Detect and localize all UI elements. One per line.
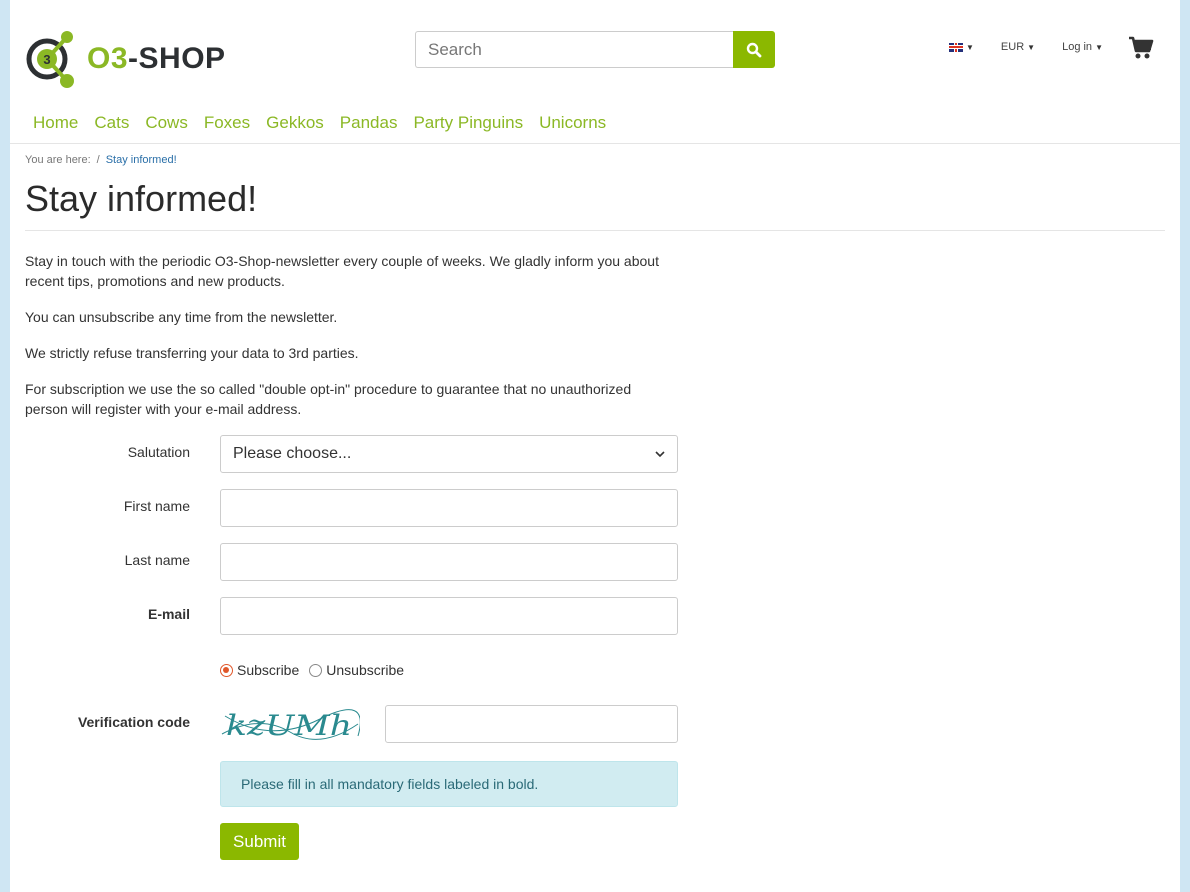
subscription-options: Subscribe Unsubscribe [220, 662, 404, 678]
nav-divider [10, 143, 1180, 144]
chevron-down-icon: ▼ [966, 42, 974, 52]
page: 3 O3-SHOP ▼ EUR ▼ Log in ▼ [10, 0, 1180, 892]
first-name-label: First name [123, 498, 190, 514]
login-menu[interactable]: Log in ▼ [1062, 41, 1103, 53]
email-field[interactable] [220, 597, 678, 635]
logo[interactable]: 3 O3-SHOP [25, 29, 226, 89]
cart-icon [1129, 36, 1154, 59]
last-name-field[interactable] [220, 543, 678, 581]
language-select[interactable]: ▼ [949, 42, 974, 52]
breadcrumb: You are here: / Stay informed! [25, 154, 177, 166]
svg-text:3: 3 [43, 52, 50, 67]
intro-paragraph: Stay in touch with the periodic O3-Shop-… [25, 253, 659, 289]
nav-item-party-pinguins[interactable]: Party Pinguins [405, 113, 531, 133]
cart-button[interactable] [1128, 36, 1154, 65]
search-icon [746, 42, 762, 57]
page-title: Stay informed! [25, 178, 258, 219]
nav-item-gekkos[interactable]: Gekkos [258, 113, 332, 133]
nav-item-cows[interactable]: Cows [137, 113, 196, 133]
login-label: Log in [1062, 41, 1093, 53]
intro-text: Stay in touch with the periodic O3-Shop-… [25, 251, 675, 435]
chevron-down-icon: ▼ [1027, 42, 1036, 52]
subscribe-label: Subscribe [237, 662, 300, 678]
mandatory-fields-notice: Please fill in all mandatory fields labe… [220, 761, 678, 807]
top-menus: ▼ EUR ▼ Log in ▼ [949, 41, 1103, 53]
verification-code-field[interactable] [385, 705, 678, 743]
search-input[interactable] [415, 31, 733, 68]
radio-checked-icon [220, 663, 233, 677]
uk-flag-icon [949, 42, 963, 52]
title-divider [25, 230, 1165, 231]
intro-paragraph: For subscription we use the so called "d… [25, 381, 632, 417]
intro-paragraph: You can unsubscribe any time from the ne… [25, 309, 338, 325]
intro-paragraph: We strictly refuse transferring your dat… [25, 345, 359, 361]
nav-item-home[interactable]: Home [25, 113, 86, 133]
search-box [415, 31, 775, 68]
chevron-down-icon: ▼ [1095, 42, 1103, 52]
email-label: E-mail [147, 606, 190, 622]
nav-item-cats[interactable]: Cats [86, 113, 137, 133]
breadcrumb-prefix: You are here: [25, 154, 91, 166]
captcha-image: kzUMh [221, 709, 360, 742]
nav-item-foxes[interactable]: Foxes [196, 113, 258, 133]
nav-item-pandas[interactable]: Pandas [332, 113, 406, 133]
breadcrumb-current[interactable]: Stay informed! [106, 154, 177, 166]
salutation-select[interactable]: Please choose... [220, 435, 678, 473]
main-nav: Home Cats Cows Foxes Gekkos Pandas Party… [25, 113, 614, 133]
unsubscribe-radio[interactable]: Unsubscribe [309, 662, 404, 678]
salutation-value: Please choose... [233, 445, 352, 462]
subscribe-radio[interactable]: Subscribe [220, 662, 299, 678]
logo-icon: 3 [26, 31, 74, 88]
breadcrumb-separator: / [96, 154, 100, 166]
currency-select[interactable]: EUR ▼ [1001, 41, 1035, 53]
captcha-text: kzUMh [226, 709, 352, 742]
currency-label: EUR [1000, 41, 1025, 53]
verification-label: Verification code [77, 714, 190, 730]
radio-unchecked-icon [309, 663, 323, 677]
unsubscribe-label: Unsubscribe [326, 662, 405, 678]
chevron-down-icon [655, 451, 665, 458]
last-name-label: Last name [124, 552, 190, 568]
salutation-label: Salutation [127, 444, 190, 460]
logo-text: O3-SHOP [87, 42, 226, 75]
search-button[interactable] [733, 31, 775, 68]
submit-button[interactable]: Submit [220, 823, 299, 860]
nav-item-unicorns[interactable]: Unicorns [531, 113, 614, 133]
first-name-field[interactable] [220, 489, 678, 527]
